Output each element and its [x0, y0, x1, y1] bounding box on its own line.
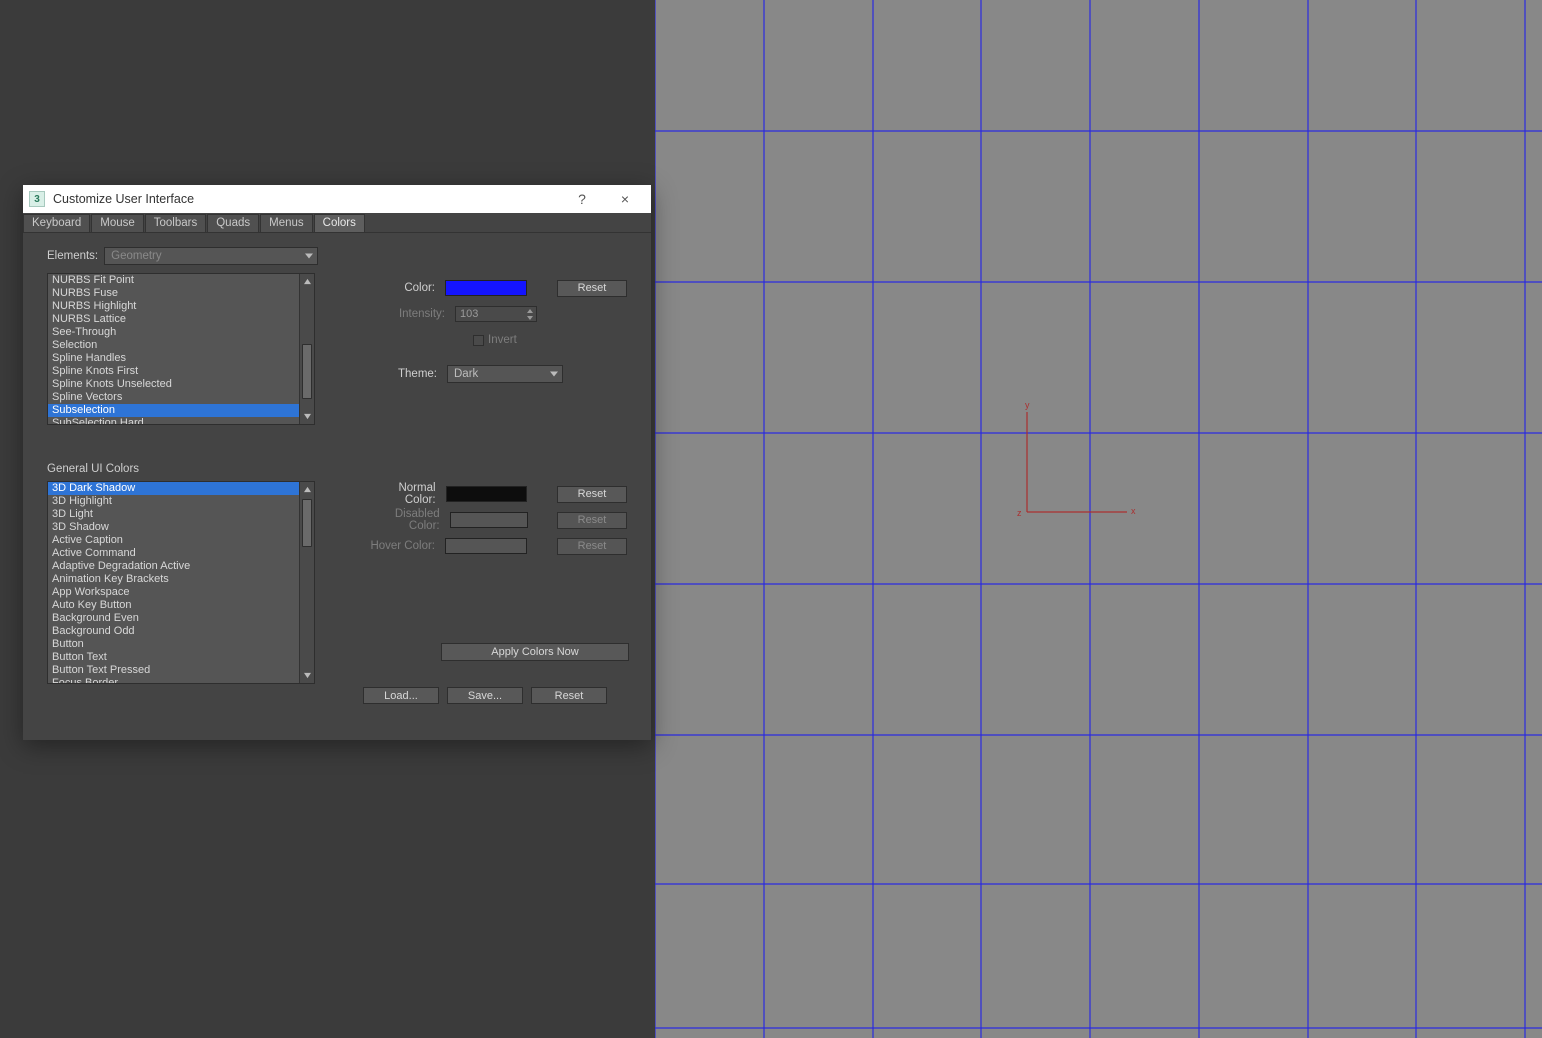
grid-svg: y x z	[655, 0, 1542, 1038]
list-item[interactable]: Focus Border	[48, 677, 299, 683]
geometry-listbox[interactable]: NURBS Fit PointNURBS FuseNURBS Highlight…	[47, 273, 315, 425]
list-item[interactable]: Spline Knots Unselected	[48, 378, 299, 391]
theme-label: Theme:	[398, 368, 437, 380]
list-item[interactable]: NURBS Highlight	[48, 300, 299, 313]
chevron-down-icon	[550, 372, 558, 377]
intensity-spinner[interactable]: 103	[455, 306, 537, 322]
titlebar[interactable]: 3 Customize User Interface ? ×	[23, 185, 651, 213]
elements-dropdown[interactable]: Geometry	[104, 247, 318, 265]
intensity-value: 103	[460, 308, 478, 320]
list-item[interactable]: Selection	[48, 339, 299, 352]
list-item[interactable]: Spline Vectors	[48, 391, 299, 404]
list-item[interactable]: 3D Light	[48, 508, 299, 521]
list-item[interactable]: Auto Key Button	[48, 599, 299, 612]
hover-color-label: Hover Color:	[370, 540, 435, 552]
general-colors-title: General UI Colors	[47, 463, 627, 475]
grid-vertical	[655, 0, 1525, 1038]
checkbox-box	[473, 335, 484, 346]
hover-color-swatch	[445, 538, 527, 554]
scroll-thumb[interactable]	[302, 344, 312, 399]
list-item[interactable]: Subselection	[48, 404, 299, 417]
spinner-down-icon[interactable]	[525, 314, 535, 321]
reset-disabled-button: Reset	[557, 512, 627, 529]
theme-value: Dark	[454, 368, 478, 380]
close-button[interactable]: ×	[605, 185, 645, 213]
list-item[interactable]: Spline Handles	[48, 352, 299, 365]
list-item[interactable]: Button	[48, 638, 299, 651]
scroll-down-icon[interactable]	[300, 409, 314, 424]
color-swatch[interactable]	[445, 280, 527, 296]
tab-colors[interactable]: Colors	[314, 214, 365, 232]
list-item[interactable]: Background Even	[48, 612, 299, 625]
save-button[interactable]: Save...	[447, 687, 523, 704]
origin-gizmo: y x z	[1017, 400, 1136, 518]
dialog-title: Customize User Interface	[53, 192, 559, 206]
list-item[interactable]: Active Caption	[48, 534, 299, 547]
list-item[interactable]: Button Text	[48, 651, 299, 664]
axis-y-label: y	[1025, 400, 1030, 410]
help-button[interactable]: ?	[567, 185, 597, 213]
list-item[interactable]: Active Command	[48, 547, 299, 560]
tab-toolbars[interactable]: Toolbars	[145, 214, 206, 232]
general-colors-listbox[interactable]: 3D Dark Shadow3D Highlight3D Light3D Sha…	[47, 481, 315, 684]
app-icon: 3	[29, 191, 45, 207]
intensity-label: Intensity:	[399, 308, 445, 320]
tabstrip: KeyboardMouseToolbarsQuadsMenusColors	[23, 213, 651, 233]
list-item[interactable]: Spline Knots First	[48, 365, 299, 378]
scroll-thumb[interactable]	[302, 499, 312, 547]
list-item[interactable]: See-Through	[48, 326, 299, 339]
chevron-down-icon	[305, 254, 313, 259]
disabled-color-swatch	[450, 512, 528, 528]
disabled-color-label: Disabled Color:	[365, 508, 440, 532]
grid-horizontal	[655, 131, 1542, 1028]
axis-z-label: z	[1017, 508, 1022, 518]
tab-keyboard[interactable]: Keyboard	[23, 214, 90, 232]
spinner-up-icon[interactable]	[525, 307, 535, 314]
theme-dropdown[interactable]: Dark	[447, 365, 563, 383]
reset-color-button[interactable]: Reset	[557, 280, 627, 297]
elements-label: Elements:	[47, 250, 98, 262]
list-item[interactable]: Button Text Pressed	[48, 664, 299, 677]
normal-color-swatch[interactable]	[446, 486, 528, 502]
scrollbar[interactable]	[299, 482, 314, 683]
scroll-track[interactable]	[300, 289, 314, 409]
scrollbar[interactable]	[299, 274, 314, 424]
reset-hover-button: Reset	[557, 538, 627, 555]
normal-color-label: Normal Color:	[365, 482, 436, 506]
list-item[interactable]: SubSelection Hard	[48, 417, 299, 424]
color-label: Color:	[404, 282, 435, 294]
list-item[interactable]: NURBS Lattice	[48, 313, 299, 326]
elements-dropdown-value: Geometry	[111, 250, 162, 262]
list-item[interactable]: NURBS Fit Point	[48, 274, 299, 287]
reset-button[interactable]: Reset	[531, 687, 607, 704]
list-item[interactable]: Adaptive Degradation Active	[48, 560, 299, 573]
scroll-track[interactable]	[300, 497, 314, 668]
list-item[interactable]: Background Odd	[48, 625, 299, 638]
viewport-top[interactable]: y x z	[655, 0, 1542, 1038]
tab-quads[interactable]: Quads	[207, 214, 259, 232]
list-item[interactable]: 3D Dark Shadow	[48, 482, 299, 495]
list-item[interactable]: 3D Highlight	[48, 495, 299, 508]
apply-colors-button[interactable]: Apply Colors Now	[441, 643, 629, 661]
scroll-up-icon[interactable]	[300, 274, 314, 289]
load-button[interactable]: Load...	[363, 687, 439, 704]
list-item[interactable]: NURBS Fuse	[48, 287, 299, 300]
list-item[interactable]: App Workspace	[48, 586, 299, 599]
tab-mouse[interactable]: Mouse	[91, 214, 144, 232]
scroll-down-icon[interactable]	[300, 668, 314, 683]
reset-normal-button[interactable]: Reset	[557, 486, 627, 503]
tab-menus[interactable]: Menus	[260, 214, 313, 232]
invert-label: Invert	[488, 334, 517, 346]
scroll-up-icon[interactable]	[300, 482, 314, 497]
list-item[interactable]: Animation Key Brackets	[48, 573, 299, 586]
axis-x-label: x	[1131, 506, 1136, 516]
customize-ui-dialog: 3 Customize User Interface ? × KeyboardM…	[23, 185, 651, 740]
invert-checkbox[interactable]: Invert	[473, 334, 517, 346]
list-item[interactable]: 3D Shadow	[48, 521, 299, 534]
